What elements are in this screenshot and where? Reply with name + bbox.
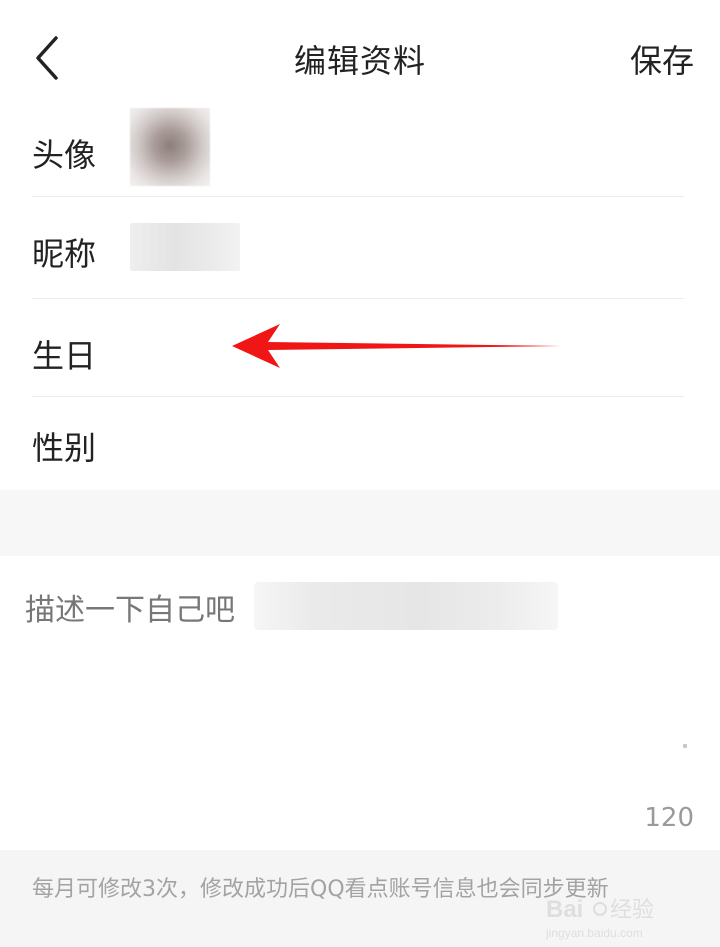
footer-note: 每月可修改3次，修改成功后QQ看点账号信息也会同步更新 xyxy=(32,877,609,902)
page-title: 编辑资料 xyxy=(293,42,426,80)
resize-handle-icon[interactable] xyxy=(683,744,687,748)
nickname-value[interactable] xyxy=(130,223,240,271)
birthday-label: 生日 xyxy=(32,337,97,375)
header-bar: 编辑资料 保存 xyxy=(0,0,720,112)
nickname-label: 昵称 xyxy=(32,235,97,273)
character-counter: 120 xyxy=(644,803,694,833)
gender-row[interactable]: 性别 xyxy=(32,397,684,490)
avatar-row[interactable]: 头像 xyxy=(32,108,684,197)
annotation-arrow-icon xyxy=(232,324,562,368)
section-divider xyxy=(0,490,720,556)
baidu-jingyan-watermark-icon: Bai 经验 jingyan.baidu.com xyxy=(545,896,654,940)
description-textarea[interactable]: 描述一下自己吧 120 xyxy=(0,556,720,850)
description-placeholder: 描述一下自己吧 xyxy=(25,593,235,628)
footer-note-area: 每月可修改3次，修改成功后QQ看点账号信息也会同步更新 Bai 经验 jingy… xyxy=(0,850,720,947)
svg-text:jingyan.baidu.com: jingyan.baidu.com xyxy=(545,926,643,940)
avatar[interactable] xyxy=(130,108,210,186)
edit-profile-screen: 编辑资料 保存 头像 昵称 生日 性别 描述一下自己吧 120 每月可修改3次，… xyxy=(0,0,720,947)
svg-text:经验: 经验 xyxy=(610,898,654,923)
avatar-label: 头像 xyxy=(32,136,97,174)
save-button[interactable]: 保存 xyxy=(630,36,694,82)
nickname-row[interactable]: 昵称 xyxy=(32,197,684,299)
description-blurred-text xyxy=(254,582,558,630)
gender-label: 性别 xyxy=(32,429,97,467)
svg-text:Bai: Bai xyxy=(546,896,583,923)
